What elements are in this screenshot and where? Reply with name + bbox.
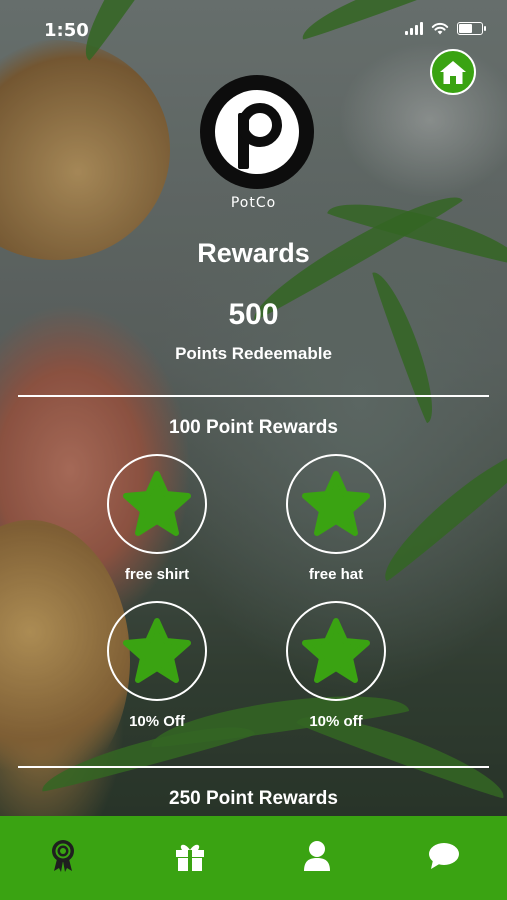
status-bar: 1:50: [0, 0, 507, 60]
potco-logo-icon: [215, 90, 299, 174]
brand-logo: [200, 75, 314, 189]
star-icon: [123, 471, 191, 536]
reward-ring: [286, 601, 386, 701]
reward-ring: [107, 601, 207, 701]
home-button[interactable]: [430, 49, 476, 95]
wifi-icon: [431, 22, 449, 35]
section-title-100-points: 100 Point Rewards: [169, 417, 338, 438]
reward-free-shirt[interactable]: free shirt: [97, 454, 217, 583]
section-title-250-points: 250 Point Rewards: [169, 788, 338, 809]
rewards-screen: 1:50 PotCo Rewards 500 Points Redeemable…: [0, 0, 507, 900]
reward-10-percent-off[interactable]: 10% Off: [97, 601, 217, 730]
points-value: 500: [228, 298, 279, 331]
tab-gifts[interactable]: [127, 816, 254, 900]
brand-name: PotCo: [230, 195, 277, 211]
star-icon: [123, 618, 191, 683]
home-icon: [440, 61, 466, 84]
reward-ring: [107, 454, 207, 554]
points-label: Points Redeemable: [175, 344, 332, 363]
divider: [18, 766, 489, 768]
chat-bubble-icon: [428, 843, 459, 869]
reward-free-hat[interactable]: free hat: [276, 454, 396, 583]
reward-10-percent-off-2[interactable]: 10% off: [276, 601, 396, 730]
star-icon: [302, 471, 370, 536]
award-ribbon-icon: [52, 840, 75, 872]
page-title: Rewards: [197, 238, 310, 268]
star-icon: [302, 618, 370, 683]
reward-label: free shirt: [124, 566, 190, 583]
user-icon: [303, 841, 330, 871]
tab-chat[interactable]: [380, 816, 507, 900]
reward-label: 10% Off: [129, 713, 185, 730]
reward-ring: [286, 454, 386, 554]
bottom-tab-bar: [0, 816, 507, 900]
gift-icon: [176, 844, 205, 871]
battery-icon: [457, 22, 486, 35]
divider: [18, 395, 489, 397]
reward-label: free hat: [308, 566, 364, 583]
status-time: 1:50: [44, 20, 89, 41]
cellular-signal-icon: [405, 22, 423, 35]
reward-label: 10% off: [309, 713, 363, 730]
status-icons: [405, 22, 486, 35]
tab-profile[interactable]: [254, 816, 381, 900]
tab-rewards[interactable]: [0, 816, 127, 900]
